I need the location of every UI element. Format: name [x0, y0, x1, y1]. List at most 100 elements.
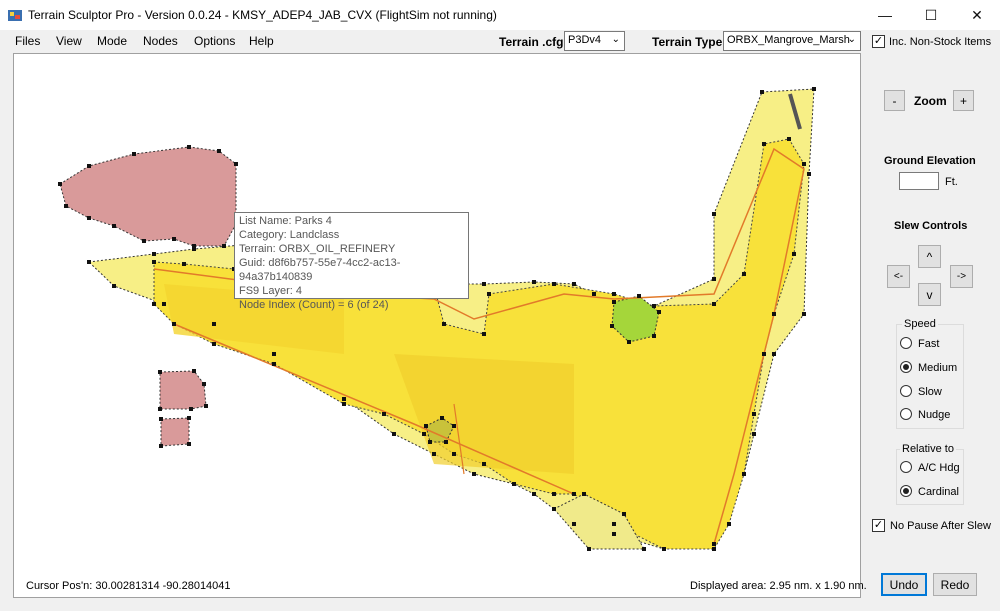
polygon-node[interactable]: [162, 302, 166, 306]
polygon-node[interactable]: [642, 547, 646, 551]
map-canvas[interactable]: [13, 53, 861, 598]
polygon-node[interactable]: [627, 340, 631, 344]
polygon-node[interactable]: [752, 412, 756, 416]
polygon-node[interactable]: [482, 462, 486, 466]
polygon-node[interactable]: [422, 432, 426, 436]
non-stock-checkbox[interactable]: ✓: [872, 35, 885, 48]
polygon-node[interactable]: [612, 300, 616, 304]
polygon-node[interactable]: [204, 404, 208, 408]
polygon-node[interactable]: [652, 334, 656, 338]
polygon-node[interactable]: [712, 547, 716, 551]
polygon-node[interactable]: [442, 322, 446, 326]
polygon-node[interactable]: [152, 252, 156, 256]
polygon-node[interactable]: [187, 145, 191, 149]
polygon-node[interactable]: [637, 294, 641, 298]
polygon-node[interactable]: [712, 542, 716, 546]
polygon-node[interactable]: [182, 262, 186, 266]
polygon-node[interactable]: [132, 152, 136, 156]
relative-cardinal-radio[interactable]: [900, 485, 912, 497]
polygon-node[interactable]: [657, 310, 661, 314]
zoom-in-button[interactable]: +: [953, 90, 974, 111]
polygon-node[interactable]: [552, 492, 556, 496]
polygon-node[interactable]: [272, 362, 276, 366]
polygon-node[interactable]: [428, 440, 432, 444]
polygon-node[interactable]: [762, 142, 766, 146]
polygon-node[interactable]: [192, 369, 196, 373]
polygon-node[interactable]: [742, 472, 746, 476]
relative-ac-hdg-radio[interactable]: [900, 461, 912, 473]
slew-left-button[interactable]: <-: [887, 265, 910, 288]
polygon-node[interactable]: [552, 282, 556, 286]
menu-files[interactable]: Files: [15, 34, 40, 48]
polygon-node[interactable]: [792, 252, 796, 256]
undo-button[interactable]: Undo: [881, 573, 927, 596]
terrain-type-select[interactable]: ORBX_Mangrove_Marsh ⌄: [723, 31, 861, 51]
polygon-node[interactable]: [187, 416, 191, 420]
polygon-node[interactable]: [187, 442, 191, 446]
polygon-node[interactable]: [382, 412, 386, 416]
polygon-node[interactable]: [272, 352, 276, 356]
close-button[interactable]: ✕: [954, 0, 1000, 30]
polygon-node[interactable]: [612, 522, 616, 526]
polygon-node[interactable]: [172, 237, 176, 241]
menu-options[interactable]: Options: [194, 34, 235, 48]
maximize-button[interactable]: ☐: [908, 0, 954, 30]
polygon-node[interactable]: [192, 247, 196, 251]
minimize-button[interactable]: —: [862, 0, 908, 30]
polygon-node[interactable]: [652, 304, 656, 308]
polygon-node[interactable]: [592, 292, 596, 296]
polygon-node[interactable]: [760, 90, 764, 94]
polygon-node[interactable]: [572, 282, 576, 286]
polygon-node[interactable]: [87, 216, 91, 220]
polygon-node[interactable]: [424, 424, 428, 428]
redo-button[interactable]: Redo: [933, 573, 977, 596]
speed-slow-radio[interactable]: [900, 385, 912, 397]
polygon-node[interactable]: [742, 272, 746, 276]
menu-help[interactable]: Help: [249, 34, 274, 48]
polygon-node[interactable]: [482, 332, 486, 336]
polygon-node[interactable]: [87, 164, 91, 168]
polygon-node[interactable]: [612, 532, 616, 536]
terrain-cfg-select[interactable]: P3Dv4 ⌄: [564, 31, 625, 51]
polygon-node[interactable]: [342, 402, 346, 406]
polygon-node[interactable]: [212, 322, 216, 326]
polygon-node[interactable]: [452, 424, 456, 428]
polygon-node[interactable]: [172, 322, 176, 326]
polygon-node[interactable]: [712, 212, 716, 216]
polygon-node[interactable]: [552, 507, 556, 511]
slew-right-button[interactable]: ->: [950, 265, 973, 288]
polygon-node[interactable]: [212, 342, 216, 346]
speed-medium-radio[interactable]: [900, 361, 912, 373]
polygon-node[interactable]: [432, 452, 436, 456]
terrain-polygons[interactable]: [14, 54, 862, 599]
polygon-node[interactable]: [159, 417, 163, 421]
polygon-node[interactable]: [532, 492, 536, 496]
polygon-node[interactable]: [222, 244, 226, 248]
menu-nodes[interactable]: Nodes: [143, 34, 178, 48]
polygon-node[interactable]: [582, 492, 586, 496]
polygon-node[interactable]: [142, 239, 146, 243]
ground-elevation-input[interactable]: [899, 172, 939, 190]
polygon-node[interactable]: [762, 352, 766, 356]
polygon-node[interactable]: [487, 292, 491, 296]
polygon-node[interactable]: [392, 432, 396, 436]
polygon-node[interactable]: [787, 137, 791, 141]
polygon-node[interactable]: [217, 149, 221, 153]
polygon-node[interactable]: [512, 482, 516, 486]
slew-down-button[interactable]: v: [918, 283, 941, 306]
polygon-node[interactable]: [712, 277, 716, 281]
polygon-node[interactable]: [342, 397, 346, 401]
menu-mode[interactable]: Mode: [97, 34, 127, 48]
polygon-node[interactable]: [802, 162, 806, 166]
polygon-node[interactable]: [610, 324, 614, 328]
speed-nudge-radio[interactable]: [900, 408, 912, 420]
polygon-node[interactable]: [772, 352, 776, 356]
polygon-node[interactable]: [152, 302, 156, 306]
polygon-node[interactable]: [802, 312, 806, 316]
polygon-node[interactable]: [612, 292, 616, 296]
polygon-node[interactable]: [444, 440, 448, 444]
polygon-node[interactable]: [807, 172, 811, 176]
polygon-node[interactable]: [532, 280, 536, 284]
polygon-node[interactable]: [58, 182, 62, 186]
polygon-node[interactable]: [752, 432, 756, 436]
